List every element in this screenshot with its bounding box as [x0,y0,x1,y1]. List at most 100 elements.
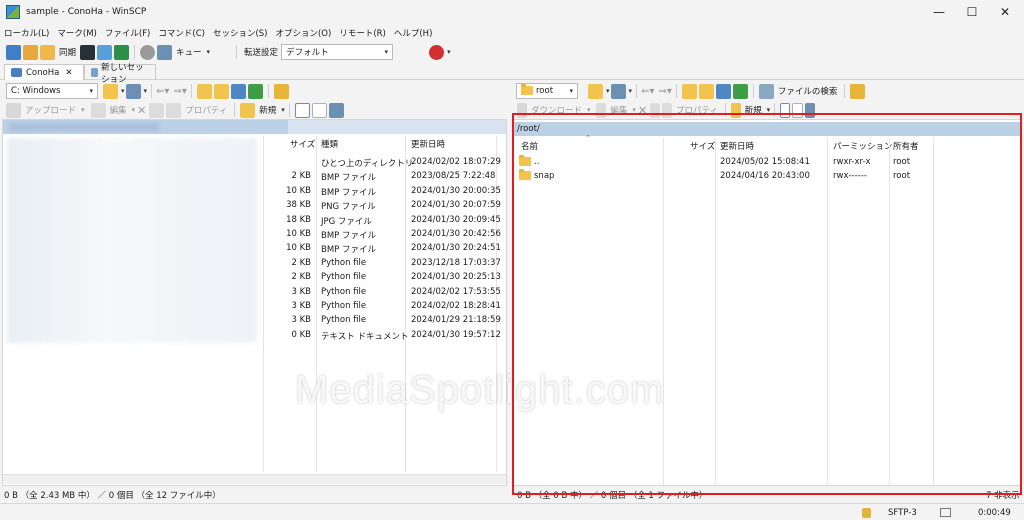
root-directory-icon[interactable] [698,83,714,99]
delete-icon[interactable]: ✕ [137,104,146,117]
table-row[interactable]: 18 KB JPG ファイル 2024/01/30 20:09:45 [3,214,506,228]
download-button[interactable]: ダウンロード [531,104,582,116]
refresh-icon[interactable] [247,83,263,99]
open-directory-icon[interactable] [114,44,130,60]
delete-icon[interactable]: ✕ [638,104,647,117]
menu-command[interactable]: コマンド(C) [154,27,209,39]
properties-button[interactable]: プロパティ [676,104,718,116]
queue-button[interactable]: キュー [176,46,202,58]
unselect-icon[interactable] [792,102,804,118]
table-row[interactable]: 10 KB BMP ファイル 2024/01/30 20:24:51 [3,242,506,256]
root-directory-icon[interactable] [213,83,229,99]
table-row[interactable]: 2 KB Python file 2023/12/18 17:03:37 [3,257,506,271]
filter-files-icon[interactable] [805,102,815,118]
session-dropdown-icon[interactable]: ▾ [447,48,451,56]
table-row[interactable]: 2 KB BMP ファイル 2023/08/25 7:22:48 [3,170,506,184]
properties-button[interactable]: プロパティ [185,104,227,116]
synchronize-browse-icon[interactable] [23,44,38,60]
unselect-icon[interactable] [311,102,327,118]
queue-dropdown-icon[interactable]: ▾ [207,48,211,56]
new-session-icon[interactable] [429,44,445,60]
tab-close-icon[interactable]: ✕ [65,68,72,78]
local-col-modified[interactable]: 更新日時 [411,138,445,150]
find-files-icon[interactable] [758,83,774,99]
chevron-down-icon[interactable]: ▾ [281,106,285,114]
edit-button[interactable]: 編集 [610,104,627,116]
table-row[interactable]: 10 KB BMP ファイル 2024/01/30 20:42:56 [3,228,506,242]
compare-directories-icon[interactable] [6,44,21,60]
parent-directory-icon[interactable] [196,83,212,99]
home-icon[interactable] [715,83,731,99]
queue-icon[interactable] [157,44,173,60]
menu-mark[interactable]: マーク(M) [53,27,100,39]
chevron-down-icon[interactable]: ▾ [629,87,633,95]
remote-col-size[interactable]: サイズ [690,140,715,152]
minimize-button[interactable]: — [922,0,956,24]
table-row[interactable]: 3 KB Python file 2024/01/29 21:18:59 [3,314,506,328]
new-folder-icon[interactable] [240,102,256,118]
properties-icon[interactable] [662,102,673,118]
local-path-bar[interactable] [3,120,288,134]
local-col-type[interactable]: 種類 [321,138,338,150]
select-all-icon[interactable] [779,102,791,118]
sync-button[interactable]: 同期 [59,46,76,58]
open-folder-icon[interactable] [588,83,603,99]
forward-arrow-icon[interactable]: ⇒▾ [658,86,671,97]
table-row[interactable]: 3 KB Python file 2024/02/02 18:28:41 [3,300,506,314]
table-row[interactable]: snap 2024/04/16 20:43:00 rwx------ root [513,169,1021,184]
rename-icon[interactable] [149,102,165,118]
table-row[interactable]: 0 KB テキスト ドキュメント 2024/01/30 19:57:12 [3,329,506,343]
filter-files-icon[interactable] [328,102,344,118]
new-button[interactable]: 新規 [745,104,762,116]
tab-conoha[interactable]: ConoHa ✕ [4,64,84,80]
select-all-icon[interactable] [294,102,310,118]
back-arrow-icon[interactable]: ⇐▾ [156,86,169,97]
remote-col-owner[interactable]: 所有者 [893,140,919,152]
menu-options[interactable]: オプション(O) [271,27,335,39]
local-horizontal-scrollbar[interactable] [3,474,506,484]
filter-icon[interactable] [125,83,141,99]
edit-button[interactable]: 編集 [110,104,127,116]
refresh-icon[interactable] [732,83,748,99]
chevron-down-icon[interactable]: ▾ [144,87,148,95]
close-button[interactable]: ✕ [988,0,1022,24]
rename-icon[interactable] [650,102,661,118]
tree-view-icon[interactable] [850,83,866,99]
chevron-down-icon[interactable]: ▾ [767,106,771,114]
table-row[interactable]: 3 KB Python file 2024/02/02 17:53:55 [3,286,506,300]
transfer-settings-select[interactable]: デフォルト ▾ [281,44,394,60]
menu-help[interactable]: ヘルプ(H) [390,27,437,39]
parent-directory-icon[interactable] [681,83,697,99]
table-row[interactable]: 2 KB Python file 2024/01/30 20:25:13 [3,271,506,285]
back-arrow-icon[interactable]: ⇐▾ [641,86,654,97]
properties-icon[interactable] [166,102,182,118]
open-folder-icon[interactable] [103,83,118,99]
terminal-icon[interactable] [80,44,96,60]
chevron-down-icon[interactable]: ▾ [606,87,610,95]
home-icon[interactable] [230,83,246,99]
menu-remote[interactable]: リモート(R) [335,27,390,39]
forward-arrow-icon[interactable]: ⇒▾ [173,86,186,97]
tab-new-session[interactable]: 新しいセッション [84,63,156,85]
remote-col-permissions[interactable]: パーミッション [833,140,893,152]
putty-icon[interactable] [97,44,113,60]
tree-view-icon[interactable] [273,83,289,99]
table-row[interactable]: 10 KB BMP ファイル 2024/01/30 20:00:35 [3,185,506,199]
hidden-count[interactable]: 7 非表示 [986,489,1020,501]
maximize-button[interactable]: ☐ [955,0,989,24]
filter-icon[interactable] [610,83,626,99]
new-folder-icon[interactable] [730,102,741,118]
remote-col-name[interactable]: 名前 [521,140,538,152]
local-drive-select[interactable]: C: Windows ▾ [6,83,98,99]
remote-col-modified[interactable]: 更新日時 [720,140,754,152]
sync-folders-icon[interactable] [40,44,55,60]
table-row[interactable]: 38 KB PNG ファイル 2024/01/30 20:07:59 [3,199,506,213]
local-col-size[interactable]: サイズ [290,138,315,150]
menu-session[interactable]: セッション(S) [209,27,272,39]
table-row[interactable]: ひとつ上のディレクトリ 2024/02/02 18:07:29 [3,156,506,170]
upload-button[interactable]: アップロード [25,104,76,116]
new-button[interactable]: 新規 [259,104,276,116]
table-row[interactable]: .. 2024/05/02 15:08:41 rwxr-xr-x root [513,155,1021,170]
menu-local[interactable]: ローカル(L) [0,27,53,39]
chevron-down-icon[interactable]: ▾ [121,87,125,95]
